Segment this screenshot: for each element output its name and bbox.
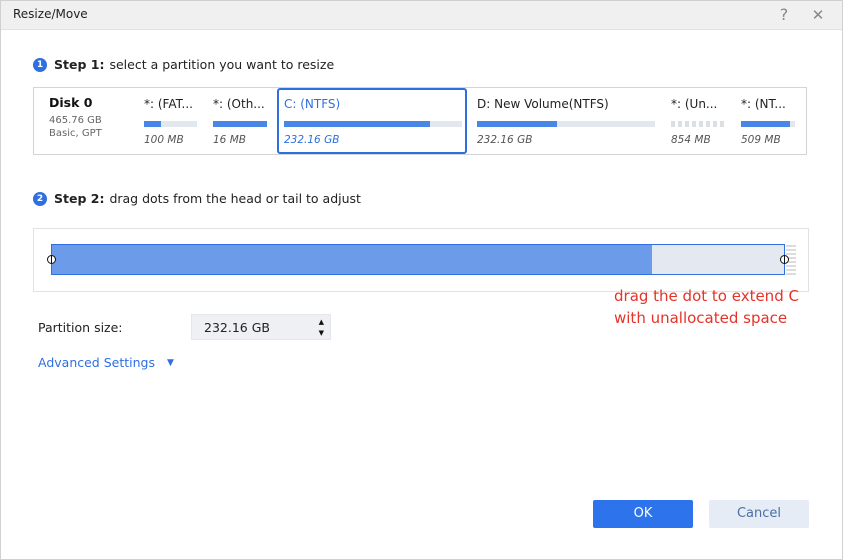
partition-other[interactable]: *: (Oth... 16 MB	[213, 88, 269, 154]
caret-down-icon: ▼	[167, 357, 174, 368]
resize-panel	[33, 228, 809, 292]
partition-usage-bar	[213, 121, 267, 127]
advanced-settings-toggle[interactable]: Advanced Settings ▼	[38, 355, 174, 370]
annotation-line-2: with unallocated space	[614, 309, 788, 327]
partition-size: 854 MB	[671, 134, 711, 146]
step-2-label: Step 2:	[54, 191, 105, 206]
resize-move-dialog: Resize/Move ? ✕ 1 Step 1: select a parti…	[0, 0, 843, 560]
partition-c-ntfs[interactable]: C: (NTFS) 232.16 GB	[277, 88, 467, 154]
cancel-button[interactable]: Cancel	[709, 500, 809, 528]
step-1-text: select a partition you want to resize	[109, 57, 335, 72]
resize-track[interactable]	[51, 244, 785, 275]
partition-size: 232.16 GB	[477, 134, 533, 146]
resize-tail-handle[interactable]	[780, 255, 789, 264]
partition-size: 16 MB	[213, 134, 246, 146]
help-icon[interactable]: ?	[773, 4, 795, 26]
partition-usage-bar	[284, 121, 462, 127]
partition-usage-bar	[144, 121, 197, 127]
resize-used-fill	[52, 245, 653, 274]
advanced-settings-label: Advanced Settings	[38, 355, 155, 370]
partition-size: 100 MB	[144, 134, 184, 146]
partition-fat[interactable]: *: (FAT... 100 MB	[144, 88, 200, 154]
partition-usage-fill	[477, 121, 558, 127]
step-1-heading: 1 Step 1: select a partition you want to…	[33, 57, 334, 72]
partition-name: C: (NTFS)	[284, 97, 341, 111]
step-1-label: Step 1:	[54, 57, 105, 72]
partition-d-new-volume[interactable]: D: New Volume(NTFS) 232.16 GB	[477, 88, 657, 154]
partition-name: D: New Volume(NTFS)	[477, 97, 609, 111]
partition-usage-bar	[741, 121, 795, 127]
annotation-line-1: drag the dot to extend C	[614, 287, 799, 305]
ok-button[interactable]: OK	[593, 500, 693, 528]
partition-size-stepper[interactable]: 232.16 GB ▲ ▼	[191, 314, 331, 340]
resize-head-handle[interactable]	[47, 255, 56, 264]
step-2-number-icon: 2	[33, 191, 47, 206]
disk-map: Disk 0 465.76 GB Basic, GPT *: (FAT... 1…	[33, 87, 807, 155]
step-2-heading: 2 Step 2: drag dots from the head or tai…	[33, 191, 361, 206]
annotation-note: drag the dot to extend C with unallocate…	[614, 285, 799, 329]
partition-size-value[interactable]: 232.16 GB	[204, 320, 270, 335]
partition-usage-bar	[671, 121, 725, 127]
spin-up-icon[interactable]: ▲	[319, 318, 324, 326]
partition-ntfs-recovery[interactable]: *: (NT... 509 MB	[741, 88, 799, 154]
spin-down-icon[interactable]: ▼	[319, 329, 324, 337]
partition-usage-fill	[741, 121, 790, 127]
partition-usage-bar	[477, 121, 655, 127]
disk-info: Disk 0 465.76 GB Basic, GPT	[49, 95, 102, 140]
partition-usage-fill	[144, 121, 161, 127]
partition-name: *: (FAT...	[144, 97, 193, 111]
disk-name: Disk 0	[49, 95, 93, 110]
partition-unallocated[interactable]: *: (Un... 854 MB	[671, 88, 729, 154]
partition-usage-fill	[213, 121, 267, 127]
window-title: Resize/Move	[13, 7, 88, 21]
disk-type: Basic, GPT	[49, 128, 102, 139]
partition-name: *: (Un...	[671, 97, 718, 111]
step-1-number-icon: 1	[33, 57, 47, 72]
partition-size: 232.16 GB	[284, 134, 340, 146]
step-2-text: drag dots from the head or tail to adjus…	[109, 191, 361, 206]
partition-usage-fill	[284, 121, 430, 127]
partition-name: *: (NT...	[741, 97, 786, 111]
partition-size-label: Partition size:	[38, 320, 123, 335]
disk-size: 465.76 GB	[49, 115, 102, 126]
partition-name: *: (Oth...	[213, 97, 265, 111]
title-bar: Resize/Move ? ✕	[1, 1, 842, 30]
partition-size: 509 MB	[741, 134, 781, 146]
close-icon[interactable]: ✕	[807, 4, 829, 26]
